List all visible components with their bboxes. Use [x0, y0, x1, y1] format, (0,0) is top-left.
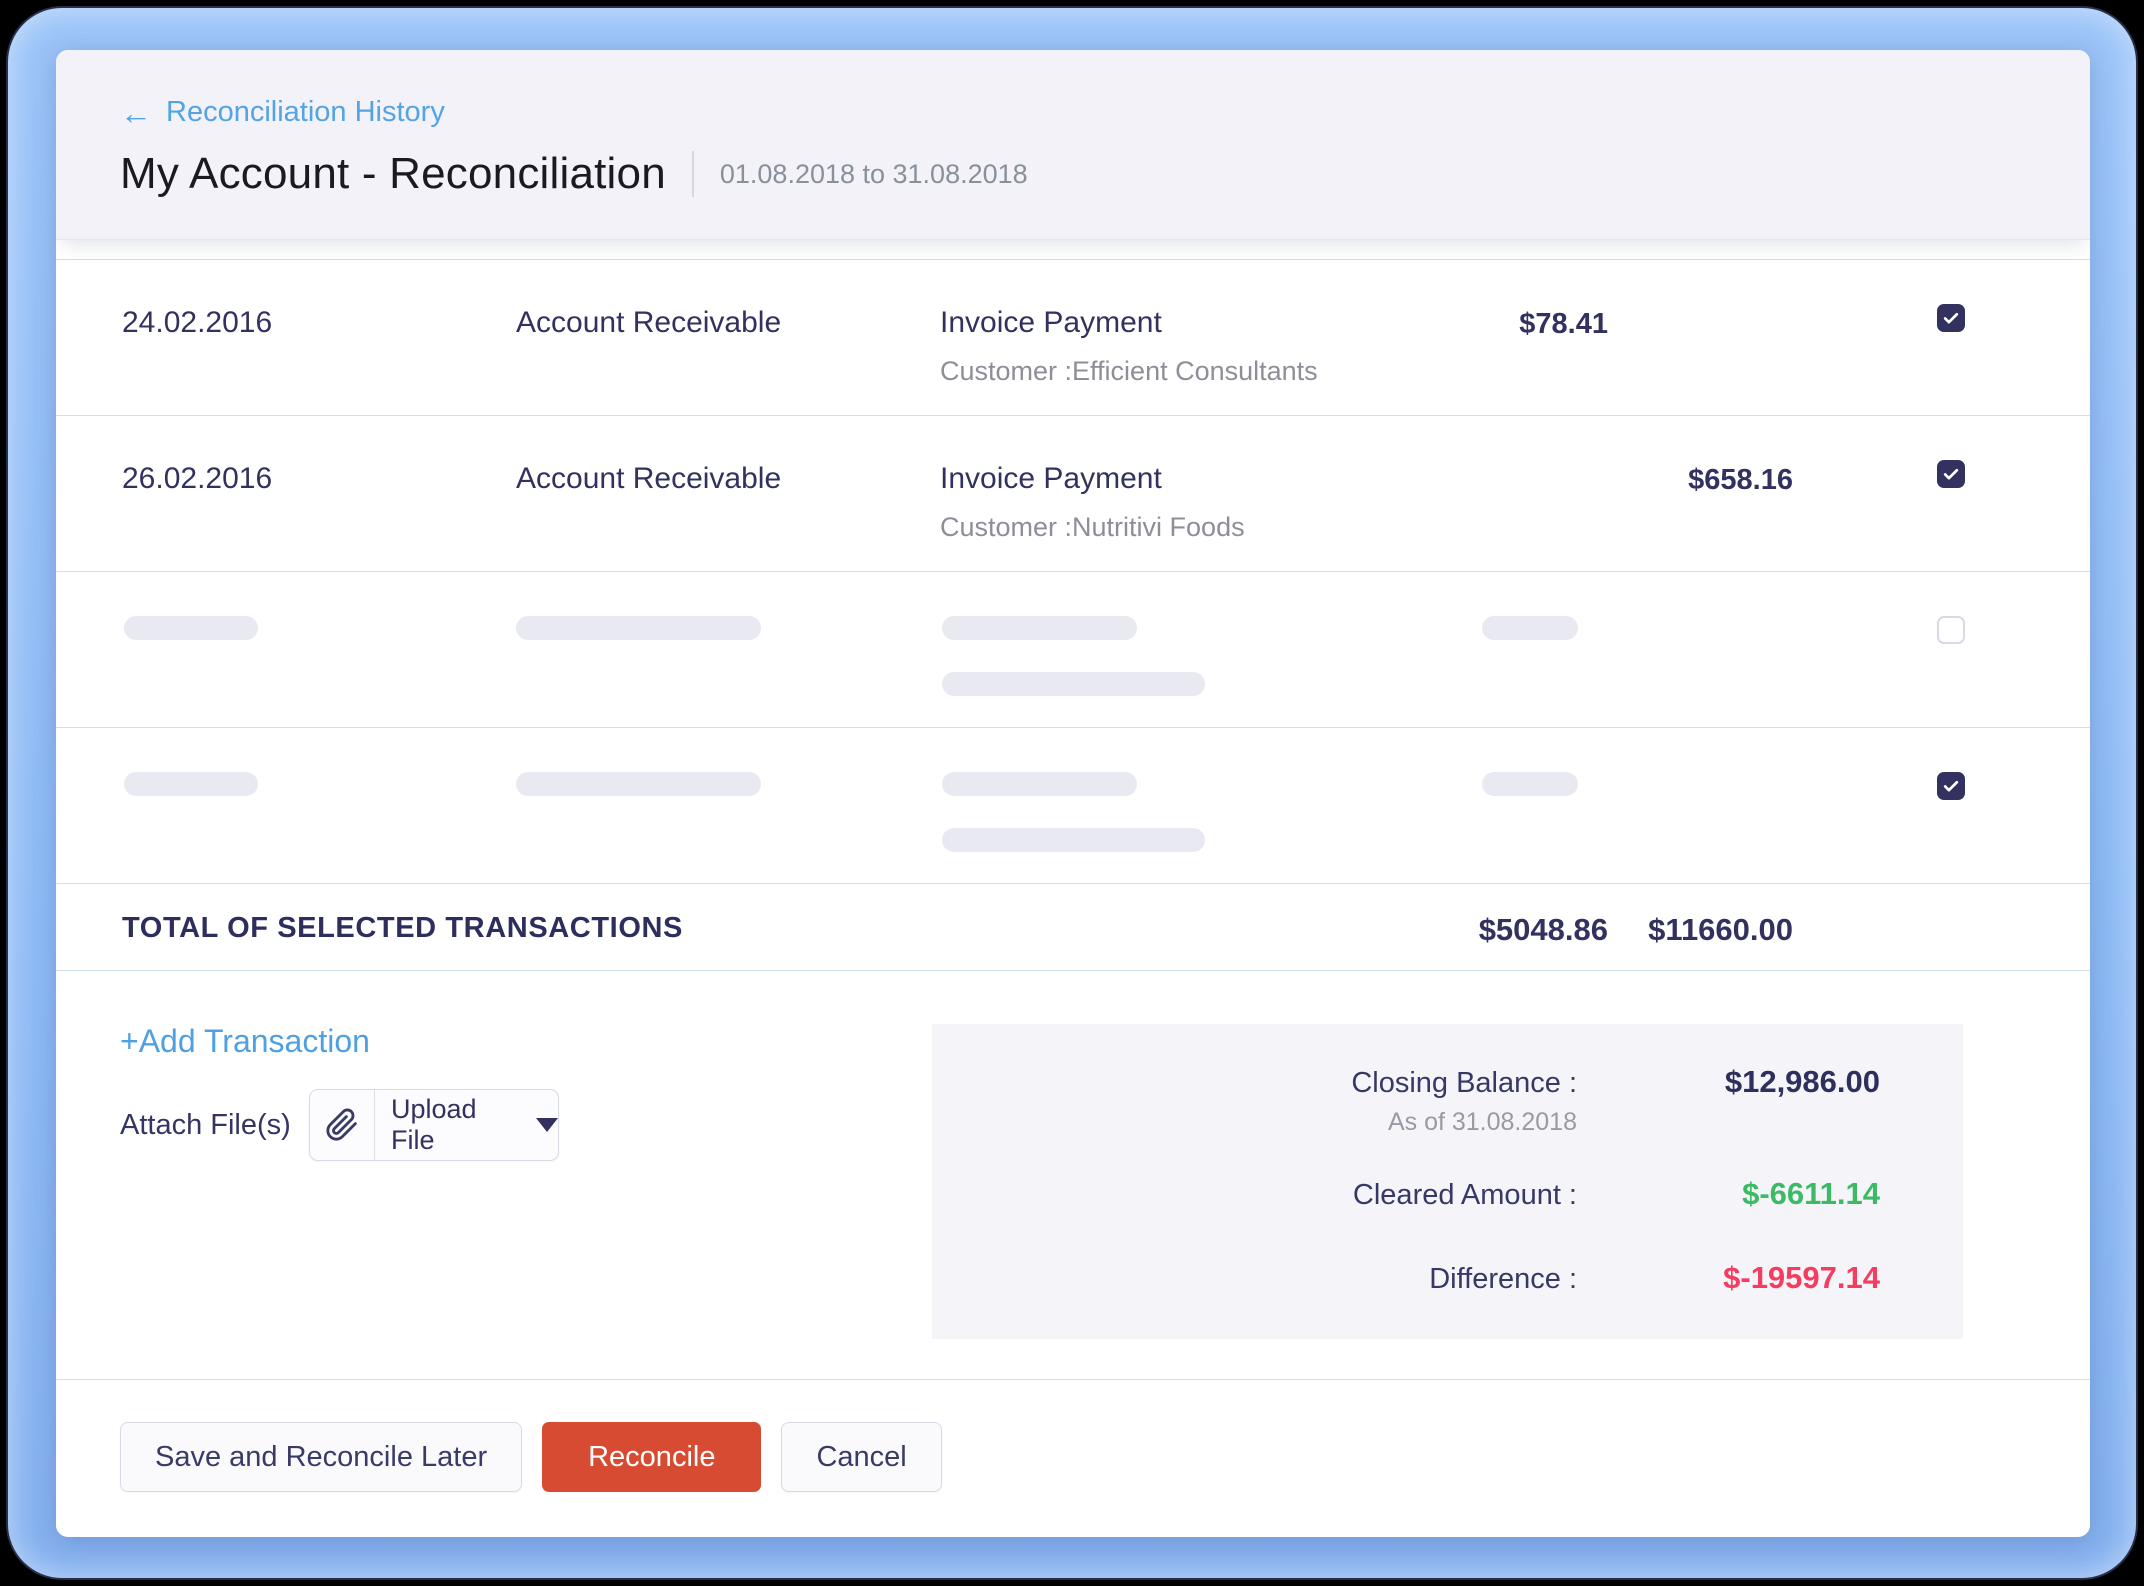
screenshot-root: ← Reconciliation History My Account - Re…: [0, 0, 2144, 1586]
checkmark-icon: [1941, 308, 1961, 328]
transaction-account: Account Receivable: [516, 462, 781, 496]
transaction-customer: Customer :Nutritivi Foods: [940, 512, 1245, 543]
transaction-amount: $658.16: [1688, 464, 1793, 497]
transaction-amount: $78.41: [1519, 308, 1608, 341]
cleared-amount-row: Cleared Amount : $-6611.14: [932, 1176, 1880, 1216]
skeleton-account: [516, 772, 761, 796]
totals-amount-deposits: $11660.00: [1648, 912, 1793, 948]
table-row: 24.02.2016 Account Receivable Invoice Pa…: [56, 259, 2090, 415]
as-of-row: As of 31.08.2018: [932, 1108, 1880, 1144]
back-arrow-icon: ←: [120, 97, 152, 129]
as-of-date: As of 31.08.2018: [932, 1108, 1577, 1137]
footer-actions: Save and Reconcile Later Reconcile Cance…: [56, 1379, 2090, 1532]
row-checkbox-checked[interactable]: [1937, 772, 1965, 800]
upload-file-label: Upload File: [391, 1094, 522, 1156]
upload-file-button[interactable]: Upload File: [309, 1089, 559, 1161]
window-frame: ← Reconciliation History My Account - Re…: [8, 8, 2136, 1578]
table-row-skeleton: [56, 727, 2090, 883]
attach-file-row: Attach File(s) Upload File: [120, 1089, 559, 1161]
totals-label: TOTAL OF SELECTED TRANSACTIONS: [122, 912, 683, 945]
save-and-reconcile-later-button[interactable]: Save and Reconcile Later: [120, 1422, 522, 1492]
chevron-down-icon: [536, 1118, 558, 1132]
totals-amount-payments: $5048.86: [1479, 912, 1608, 948]
paperclip-segment: [310, 1090, 375, 1160]
difference-value: $-19597.14: [1577, 1260, 1880, 1296]
skeleton-customer: [942, 672, 1205, 696]
paperclip-icon: [325, 1108, 359, 1142]
reconciliation-period: 01.08.2018 to 31.08.2018: [720, 159, 1028, 190]
lower-section: +Add Transaction Attach File(s) Upload F…: [56, 971, 2090, 1379]
cleared-amount-label: Cleared Amount :: [932, 1179, 1577, 1212]
checkmark-icon: [1941, 464, 1961, 484]
transaction-date: 26.02.2016: [122, 462, 272, 496]
back-link[interactable]: ← Reconciliation History: [120, 96, 445, 129]
page-title: My Account - Reconciliation: [120, 149, 666, 199]
row-checkbox-unchecked[interactable]: [1937, 616, 1965, 644]
reconcile-button[interactable]: Reconcile: [542, 1422, 761, 1492]
transaction-account: Account Receivable: [516, 306, 781, 340]
transactions-table: 24.02.2016 Account Receivable Invoice Pa…: [56, 259, 2090, 971]
transaction-type: Invoice Payment: [940, 306, 1318, 340]
attach-file-label: Attach File(s): [120, 1109, 291, 1142]
checkmark-icon: [1941, 776, 1961, 796]
transaction-customer: Customer :Efficient Consultants: [940, 356, 1318, 387]
skeleton-account: [516, 616, 761, 640]
transaction-date: 24.02.2016: [122, 306, 272, 340]
add-transaction-link[interactable]: +Add Transaction: [120, 1023, 370, 1060]
skeleton-description: [942, 616, 1137, 640]
difference-label: Difference :: [932, 1263, 1577, 1296]
skeleton-amount: [1482, 616, 1578, 640]
transaction-description: Invoice Payment Customer :Nutritivi Food…: [940, 462, 1245, 543]
row-checkbox-checked[interactable]: [1937, 460, 1965, 488]
table-row: 26.02.2016 Account Receivable Invoice Pa…: [56, 415, 2090, 571]
title-separator: [692, 151, 694, 197]
closing-balance-row: Closing Balance : $12,986.00: [932, 1064, 1880, 1104]
title-row: My Account - Reconciliation 01.08.2018 t…: [120, 149, 2090, 199]
reconciliation-card: ← Reconciliation History My Account - Re…: [56, 50, 2090, 1537]
back-link-label: Reconciliation History: [166, 96, 445, 129]
cancel-button[interactable]: Cancel: [781, 1422, 941, 1492]
summary-panel: Closing Balance : $12,986.00 As of 31.08…: [932, 1024, 1963, 1339]
transaction-description: Invoice Payment Customer :Efficient Cons…: [940, 306, 1318, 387]
skeleton-description: [942, 772, 1137, 796]
closing-balance-label: Closing Balance :: [932, 1067, 1577, 1100]
row-checkbox-checked[interactable]: [1937, 304, 1965, 332]
skeleton-date: [124, 616, 258, 640]
cleared-amount-value: $-6611.14: [1577, 1176, 1880, 1212]
skeleton-date: [124, 772, 258, 796]
closing-balance-value: $12,986.00: [1577, 1064, 1880, 1100]
table-row-skeleton: [56, 571, 2090, 727]
transaction-type: Invoice Payment: [940, 462, 1245, 496]
skeleton-amount: [1482, 772, 1578, 796]
difference-row: Difference : $-19597.14: [932, 1260, 1880, 1300]
skeleton-customer: [942, 828, 1205, 852]
totals-row: TOTAL OF SELECTED TRANSACTIONS $5048.86 …: [56, 883, 2090, 971]
page-header: ← Reconciliation History My Account - Re…: [56, 50, 2090, 240]
